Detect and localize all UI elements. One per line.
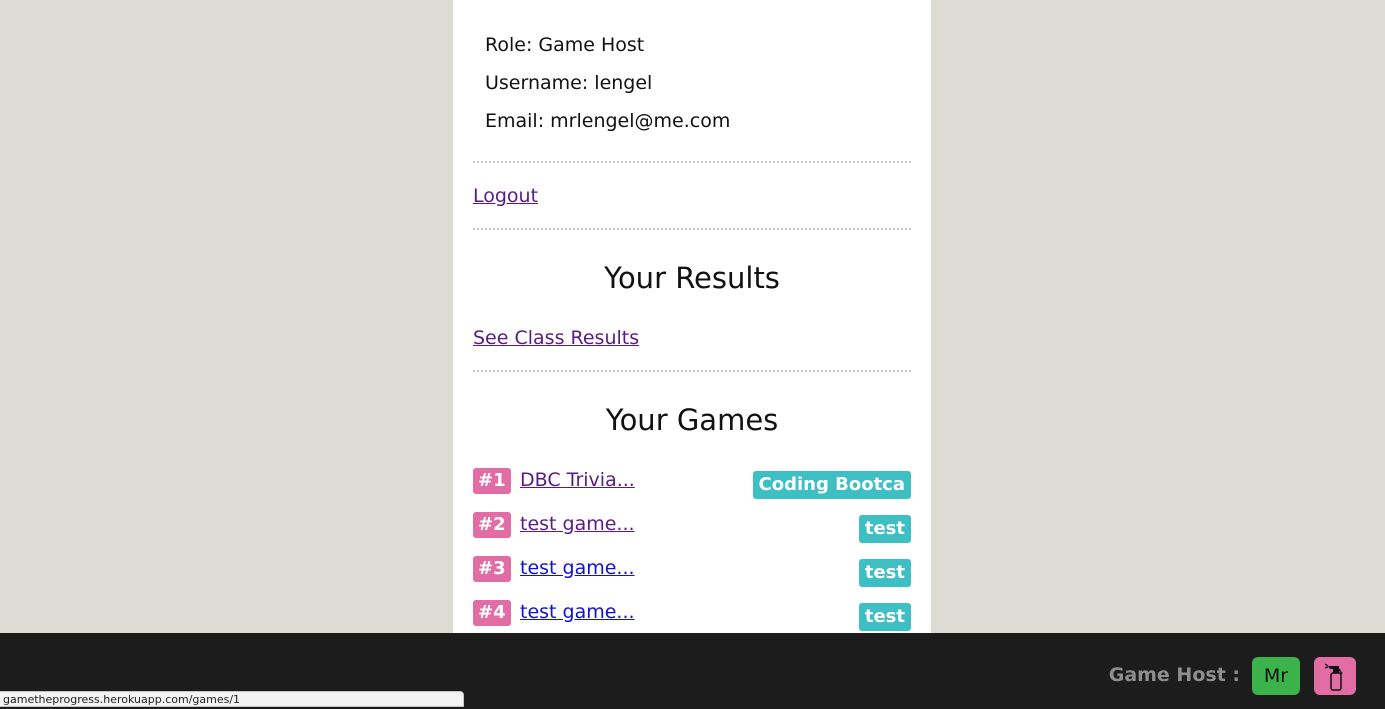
game-number-badge: #1 <box>473 468 511 494</box>
game-link[interactable]: test game... <box>520 513 635 535</box>
game-link[interactable]: test game... <box>520 601 635 623</box>
footer-role-label: Game Host : <box>1108 664 1240 686</box>
username-text: Username: lengel <box>485 72 653 94</box>
game-tag-badge: test <box>858 515 911 543</box>
game-row: #4 test game... test <box>473 600 911 631</box>
role-text: Role: Game Host <box>485 34 645 56</box>
divider <box>473 161 911 163</box>
divider <box>473 228 911 230</box>
email-text: Email: mrlengel@me.com <box>485 110 731 132</box>
game-row: #3 test game... test <box>473 556 911 587</box>
profile-panel: Role: Game Host Username: lengel Email: … <box>453 0 931 633</box>
see-class-results-link[interactable]: See Class Results <box>473 327 639 349</box>
game-link[interactable]: DBC Trivia... <box>520 469 635 491</box>
game-tag-badge: test <box>858 603 911 631</box>
logout-link[interactable]: Logout <box>473 185 538 207</box>
spray-bottle-icon <box>1324 663 1343 691</box>
results-heading: Your Results <box>604 261 780 295</box>
divider <box>473 370 911 372</box>
status-bar-url: gametheprogress.herokuapp.com/games/1 <box>0 691 464 707</box>
games-heading: Your Games <box>605 403 779 437</box>
game-number-badge: #3 <box>473 556 511 582</box>
game-row: #2 test game... test <box>473 512 911 543</box>
game-link[interactable]: test game... <box>520 557 635 579</box>
spray-bottle-icon[interactable] <box>1314 657 1356 695</box>
game-number-badge: #2 <box>473 512 511 538</box>
game-number-badge: #4 <box>473 600 511 626</box>
game-tag-badge: test <box>858 559 911 587</box>
game-tag-badge: Coding Bootca <box>752 471 911 499</box>
avatar[interactable]: Mr <box>1252 657 1300 695</box>
game-row: #1 DBC Trivia... Coding Bootca <box>473 468 911 499</box>
